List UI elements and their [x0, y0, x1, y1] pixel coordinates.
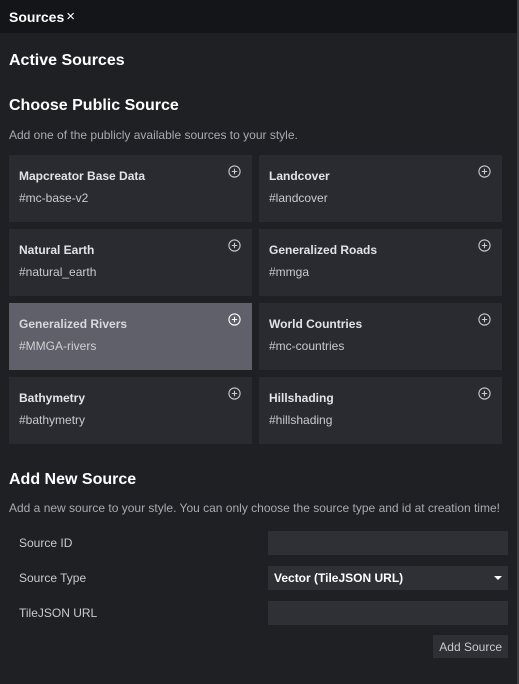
plus-circle-icon[interactable] [478, 387, 491, 400]
source-title: Generalized Rivers [19, 317, 128, 331]
plus-circle-icon[interactable] [228, 313, 241, 326]
source-id: #landcover [269, 191, 328, 205]
source-title: Hillshading [269, 391, 334, 405]
source-id: #mc-countries [269, 339, 345, 353]
source-card-generalized-roads[interactable]: Generalized Roads #mmga [259, 229, 502, 296]
source-title: Natural Earth [19, 243, 95, 257]
source-card-bathymetry[interactable]: Bathymetry #bathymetry [9, 377, 252, 444]
tilejson-url-label: TileJSON URL [19, 606, 98, 620]
public-source-description: Add one of the publicly available source… [9, 128, 298, 142]
source-title: World Countries [269, 317, 363, 331]
source-id: #bathymetry [19, 413, 86, 427]
source-card-landcover[interactable]: Landcover #landcover [259, 155, 502, 222]
source-id: #natural_earth [19, 265, 97, 279]
public-source-grid: Mapcreator Base Data #mc-base-v2 Landcov… [9, 155, 508, 444]
source-title: Mapcreator Base Data [19, 169, 146, 183]
plus-circle-icon[interactable] [228, 387, 241, 400]
source-type-value: Vector (TileJSON URL) [274, 571, 404, 585]
source-title: Generalized Roads [269, 243, 378, 257]
source-title: Bathymetry [19, 391, 86, 405]
source-card-world-countries[interactable]: World Countries #mc-countries [259, 303, 502, 370]
add-source-button[interactable]: Add Source [433, 635, 508, 658]
panel-content: Active Sources Choose Public Source Add … [0, 52, 517, 658]
source-title: Landcover [269, 169, 330, 183]
add-new-source-description: Add a new source to your style. You can … [9, 501, 500, 515]
plus-circle-icon[interactable] [478, 239, 491, 252]
source-id: #MMGA-rivers [19, 339, 97, 353]
source-id: #hillshading [269, 413, 333, 427]
tab-sources[interactable]: Sources × [9, 9, 75, 25]
tilejson-url-row: TileJSON URL [9, 601, 508, 625]
form-actions: Add Source [9, 635, 508, 658]
sources-panel: Sources × Active Sources Choose Public S… [0, 0, 519, 684]
add-new-source-heading: Add New Source [9, 471, 137, 488]
source-id: #mc-base-v2 [19, 191, 89, 205]
source-card-natural-earth[interactable]: Natural Earth #natural_earth [9, 229, 252, 296]
source-card-hillshading[interactable]: Hillshading #hillshading [259, 377, 502, 444]
public-source-heading: Choose Public Source [9, 97, 179, 114]
source-id-input[interactable] [268, 531, 508, 555]
active-sources-heading: Active Sources [9, 52, 125, 69]
plus-circle-icon[interactable] [228, 165, 241, 178]
source-type-row: Source Type Vector (TileJSON URL) [9, 566, 508, 590]
close-icon[interactable]: × [66, 9, 75, 24]
source-id-label: Source ID [19, 536, 73, 550]
source-id-row: Source ID [9, 531, 508, 555]
new-source-form: Source ID Source Type Vector (TileJSON U… [9, 531, 508, 658]
tab-title: Sources [9, 8, 65, 25]
source-card-generalized-rivers[interactable]: Generalized Rivers #MMGA-rivers [9, 303, 252, 370]
plus-circle-icon[interactable] [228, 239, 241, 252]
source-card-mapcreator-base-data[interactable]: Mapcreator Base Data #mc-base-v2 [9, 155, 252, 222]
source-id: #mmga [269, 265, 310, 279]
source-type-select[interactable]: Vector (TileJSON URL) [268, 566, 508, 590]
caret-down-icon [494, 576, 502, 580]
tab-bar: Sources × [0, 0, 517, 33]
source-type-label: Source Type [19, 571, 87, 585]
plus-circle-icon[interactable] [478, 313, 491, 326]
tilejson-url-input[interactable] [268, 601, 508, 625]
plus-circle-icon[interactable] [478, 165, 491, 178]
